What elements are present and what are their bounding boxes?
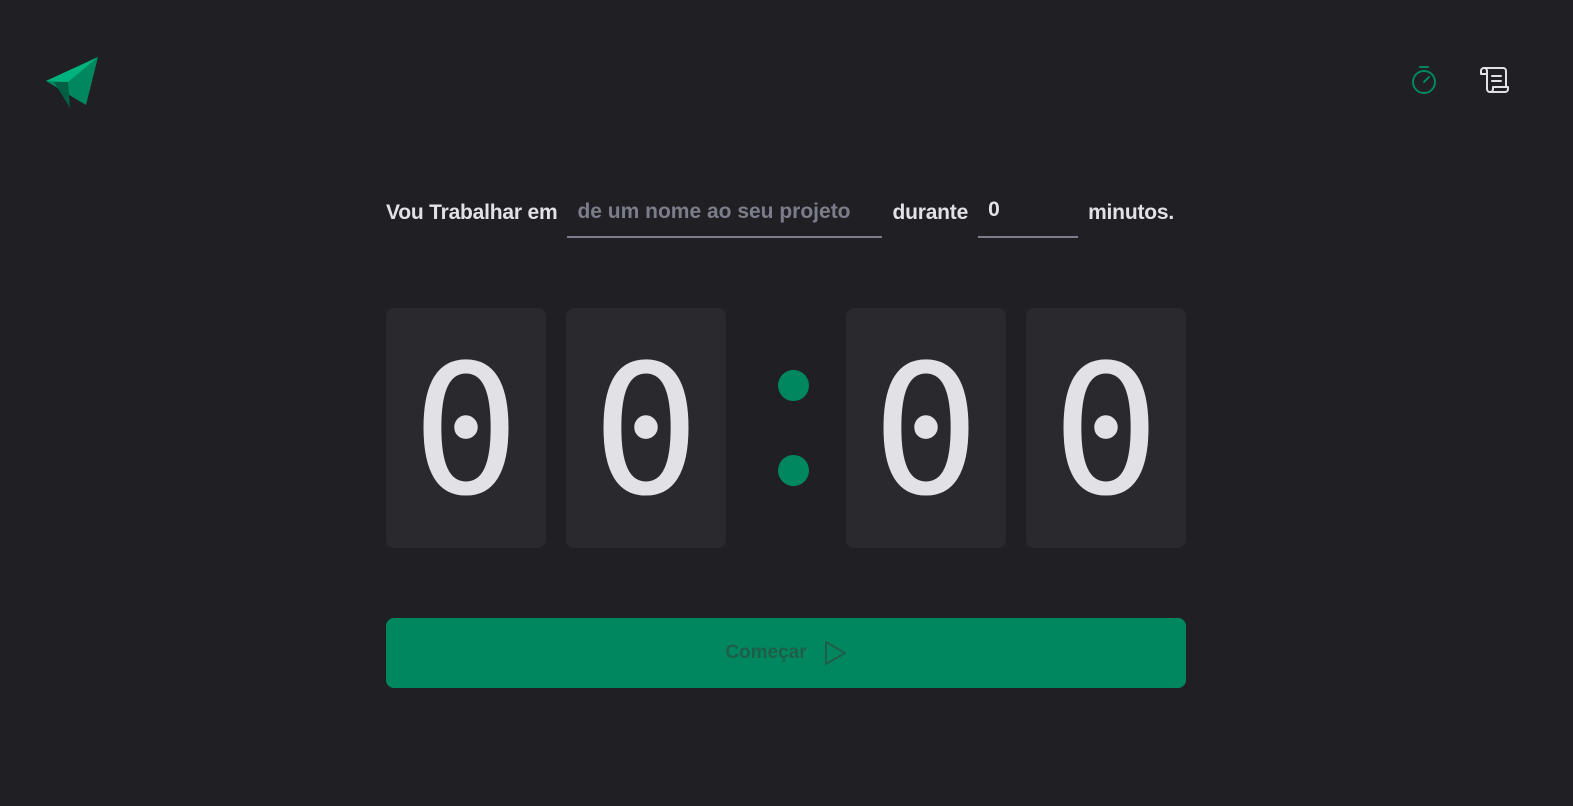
minutes-tens-digit: 0 (386, 308, 546, 548)
duration-label: durante (892, 201, 969, 224)
separator-dot-bottom (777, 455, 809, 486)
minutes-ones-digit: 0 (566, 308, 726, 548)
countdown: 0 0 0 0 (386, 308, 1186, 548)
countdown-separator (726, 308, 846, 548)
scroll-icon (1480, 67, 1509, 93)
seconds-ones-digit: 0 (1026, 308, 1186, 548)
app: Vou Trabalhar em durante minutos. 0 0 0 … (0, 0, 1573, 806)
nav-history[interactable] (1479, 64, 1509, 96)
header (46, 54, 1513, 110)
main-nav (1409, 64, 1509, 96)
timer-icon (1412, 66, 1436, 94)
separator-dot-top (777, 370, 809, 401)
paper-plane-logo-icon (46, 57, 98, 108)
seconds-tens-digit: 0 (846, 308, 1006, 548)
task-form: Vou Trabalhar em durante minutos. (386, 188, 1186, 238)
nav-timer[interactable] (1409, 64, 1439, 96)
minutes-suffix: minutos. (1088, 201, 1174, 224)
start-button[interactable]: Começar (386, 618, 1186, 688)
start-button-label: Começar (725, 642, 807, 663)
task-input[interactable] (567, 188, 883, 238)
task-label: Vou Trabalhar em (386, 201, 558, 224)
minutes-input[interactable] (978, 188, 1079, 238)
play-icon (824, 641, 846, 665)
